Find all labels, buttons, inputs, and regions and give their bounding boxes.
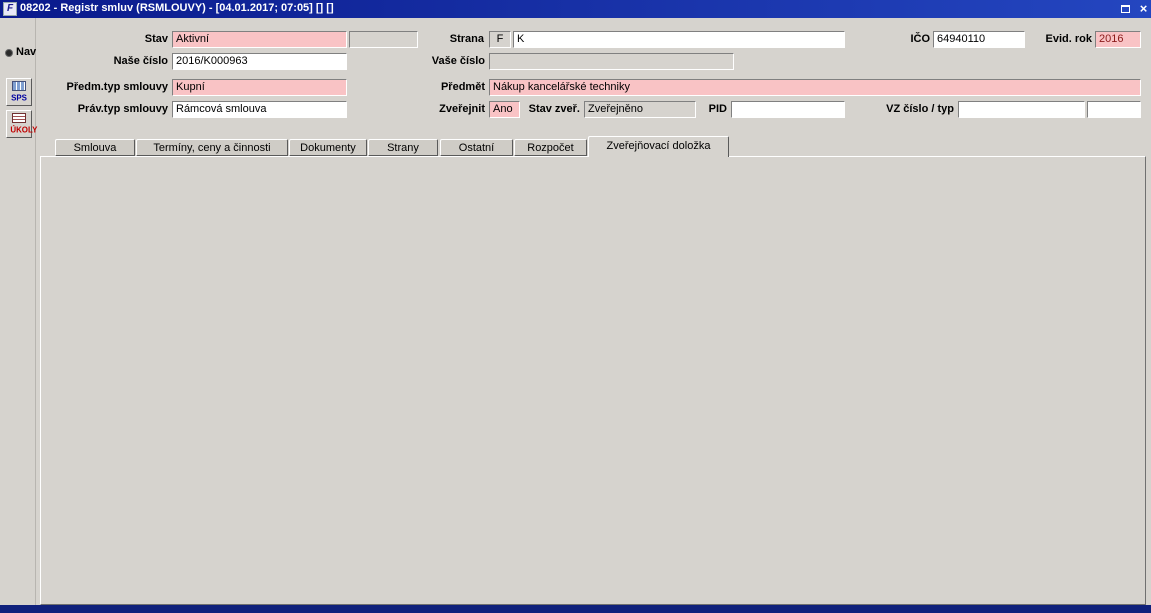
- strana-field[interactable]: K: [513, 31, 845, 48]
- ukoly-button[interactable]: ÚKOLY: [6, 110, 32, 138]
- vz-typ-field[interactable]: [1087, 101, 1141, 118]
- nase-cislo-label: Naše číslo: [60, 55, 168, 68]
- predmet-field[interactable]: Nákup kancelářské techniky: [489, 79, 1141, 96]
- ico-field[interactable]: 64940110: [933, 31, 1025, 48]
- tab-dokumenty[interactable]: Dokumenty: [289, 139, 367, 156]
- title-bar: F 08202 - Registr smluv (RSMLOUVY) - [04…: [0, 0, 1151, 18]
- window-title: 08202 - Registr smluv (RSMLOUVY) - [04.0…: [20, 2, 334, 14]
- sps-icon: [12, 81, 26, 91]
- window-frame-bottom: [0, 605, 1151, 613]
- pid-label: PID: [699, 103, 727, 116]
- vase-cislo-field: [489, 53, 734, 70]
- stav-label: Stav: [60, 33, 168, 46]
- close-icon[interactable]: ×: [1136, 1, 1151, 16]
- predm-typ-label: Předm.typ smlouvy: [30, 81, 168, 94]
- prav-typ-field[interactable]: Rámcová smlouva: [172, 101, 347, 118]
- nav-label: Nav: [16, 46, 36, 58]
- tab-smlouva[interactable]: Smlouva: [55, 139, 135, 156]
- ico-label: IČO: [893, 33, 930, 46]
- ukoly-label: ÚKOLY: [10, 126, 27, 135]
- nav-radio[interactable]: [5, 49, 13, 57]
- vase-cislo-label: Vaše číslo: [430, 55, 485, 68]
- restore-icon[interactable]: [1118, 1, 1133, 16]
- tab-strany[interactable]: Strany: [368, 139, 438, 156]
- predm-typ-field[interactable]: Kupní: [172, 79, 347, 96]
- sps-label: SPS: [10, 94, 27, 103]
- zverejnit-label: Zveřejnit: [428, 103, 485, 116]
- sps-button[interactable]: SPS: [6, 78, 32, 106]
- stav-zver-field: Zveřejněno: [584, 101, 696, 118]
- evid-rok-field[interactable]: 2016: [1095, 31, 1141, 48]
- predmet-label: Předmět: [430, 81, 485, 94]
- zverejnit-field[interactable]: Ano: [489, 101, 520, 118]
- stav-field[interactable]: Aktivní: [172, 31, 347, 48]
- prav-typ-label: Práv.typ smlouvy: [30, 103, 168, 116]
- vz-cislo-field[interactable]: [958, 101, 1085, 118]
- nase-cislo-field[interactable]: 2016/K000963: [172, 53, 347, 70]
- app-icon: F: [3, 2, 17, 16]
- tab-zverejnovaci-dolozka[interactable]: Zveřejňovací doložka: [588, 136, 729, 157]
- strana-f-field: F: [489, 31, 511, 48]
- tab-terminy-ceny-cinnosti[interactable]: Termíny, ceny a činnosti: [136, 139, 288, 156]
- tab-content-panel: [40, 156, 1146, 605]
- evid-rok-label: Evid. rok: [1030, 33, 1092, 46]
- pid-field[interactable]: [731, 101, 845, 118]
- app-window: F 08202 - Registr smluv (RSMLOUVY) - [04…: [0, 0, 1151, 613]
- tab-rozpocet[interactable]: Rozpočet: [514, 139, 587, 156]
- vz-cislo-typ-label: VZ číslo / typ: [874, 103, 954, 116]
- stav-zver-label: Stav zveř.: [523, 103, 580, 116]
- stav-aux-field: [349, 31, 418, 48]
- ukoly-icon: [12, 113, 26, 123]
- tab-ostatni[interactable]: Ostatní: [440, 139, 513, 156]
- strana-label: Strana: [438, 33, 484, 46]
